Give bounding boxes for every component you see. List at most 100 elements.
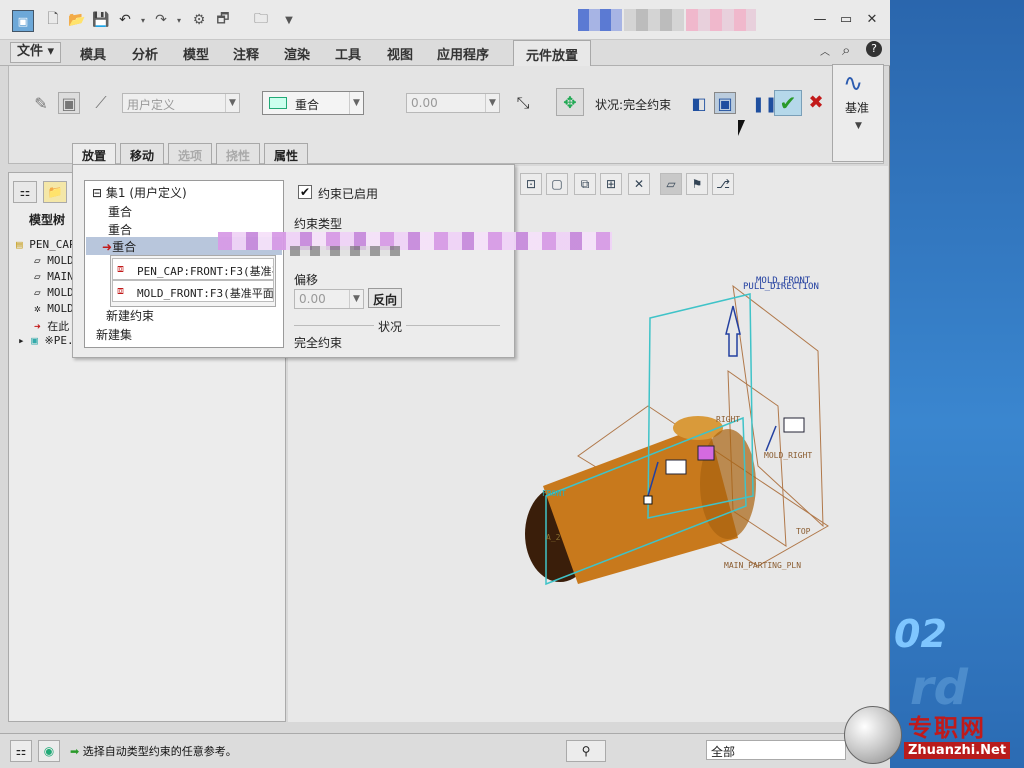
panel-status-value: 完全约束 <box>294 336 343 350</box>
windows-icon[interactable]: 🗗 <box>214 11 232 29</box>
constraint-enabled-checkbox[interactable]: ✔ <box>298 185 312 199</box>
tab-analysis[interactable]: 分析 <box>132 44 158 63</box>
flip-icon[interactable]: ⤡ <box>512 92 534 114</box>
close-icon[interactable]: ✕ <box>864 12 880 28</box>
tab-component-placement[interactable]: 元件放置 <box>513 40 592 67</box>
maximize-icon[interactable]: ▭ <box>838 12 854 28</box>
edit-component-icon[interactable]: ✎ <box>30 92 52 114</box>
placement-icon[interactable]: ✥ <box>556 88 584 116</box>
constraint-marker <box>665 459 687 475</box>
datum-display-icon[interactable]: ✕ <box>628 173 650 195</box>
folder-browser-tab-icon[interactable]: 📁 <box>43 181 67 203</box>
panel-offset-input[interactable]: 0.00 ▼ <box>294 289 364 309</box>
find-icon[interactable]: ⚲ <box>566 740 606 762</box>
tree-item[interactable]: ▤ PEN_CAP <box>16 238 76 251</box>
undo-icon[interactable]: ↶ <box>116 11 134 29</box>
pause-icon[interactable]: ❚❚ <box>752 95 777 113</box>
tab-options[interactable]: 选项 <box>168 143 213 165</box>
set-title: 集1 (用户定义) <box>105 186 187 200</box>
model-tree-toggle-icon[interactable]: ⚏ <box>10 740 32 762</box>
minimize-icon[interactable]: — <box>812 12 828 28</box>
creo-window: ▣ 🗋 📂 💾 ↶ ▾ ↷ ▾ ⚙ 🗗 🗀 ▼ — ▭ ✕ 文件 ▾ 模具 分析… <box>0 0 890 768</box>
offset-input[interactable]: 0.00 ▼ <box>406 93 500 113</box>
file-menu[interactable]: 文件 ▾ <box>10 42 62 63</box>
open-icon[interactable]: 📂 <box>68 11 86 29</box>
selection-filter[interactable]: 全部 <box>706 740 846 760</box>
saved-views-icon[interactable]: ⧉ <box>574 173 596 195</box>
tab-placement[interactable]: 放置 <box>72 143 117 165</box>
new-icon[interactable]: 🗋 <box>44 11 62 29</box>
insert-here-icon: ➜ <box>34 320 41 333</box>
status-bar: ⚏ ◉ ➡ 选择自动类型约束的任意参考。 ⚲ 全部 <box>0 733 890 768</box>
display-style-icon[interactable]: ▢ <box>546 173 568 195</box>
tab-mold[interactable]: 模具 <box>80 44 106 63</box>
tab-tools[interactable]: 工具 <box>335 44 361 63</box>
view-manager-icon[interactable]: ⊞ <box>600 173 622 195</box>
browser-toggle-icon[interactable]: ◉ <box>38 740 60 762</box>
separate-window-icon[interactable]: ◧ <box>688 92 710 114</box>
assembly-icon: ▤ <box>16 238 23 251</box>
tab-applications[interactable]: 应用程序 <box>437 44 489 63</box>
save-icon[interactable]: 💾 <box>92 11 110 29</box>
tab-annotate[interactable]: 注释 <box>233 44 259 63</box>
redo-dropdown-icon[interactable]: ▾ <box>170 11 188 29</box>
user-defined-select[interactable]: 用户定义 ▼ <box>122 93 240 113</box>
set-item[interactable]: ⊟ 集1 (用户定义) <box>92 184 187 201</box>
annotation-display-icon[interactable]: ⚑ <box>686 173 708 195</box>
close-window-icon[interactable]: 🗀 <box>252 11 270 29</box>
plane-display-icon[interactable]: ▱ <box>660 173 682 195</box>
mechanism-icon[interactable]: ⟋ <box>90 92 112 114</box>
desktop-text: 02 <box>894 612 947 656</box>
datum-button[interactable]: ∿ 基准 ▼ <box>832 64 884 162</box>
message-arrow-icon: ➡ <box>70 745 80 758</box>
collapse-ribbon-icon[interactable]: ︿ <box>820 43 830 58</box>
search-icon[interactable]: ⌕ <box>842 41 850 59</box>
component-interface-icon[interactable]: ▣ <box>58 92 80 114</box>
customize-dropdown-icon[interactable]: ▼ <box>280 11 298 29</box>
status-message-text: 选择自动类型约束的任意参考。 <box>82 745 237 758</box>
chevron-down-icon: ▼ <box>349 290 363 308</box>
constraint-item-label: 重合 <box>112 240 137 254</box>
tab-model[interactable]: 模型 <box>183 44 209 63</box>
assembly-window-icon[interactable]: ▣ <box>714 92 736 114</box>
reference-item[interactable]: ⧈ PEN_CAP:FRONT:F3(基准平面) <box>112 258 274 280</box>
reference-label: PEN_CAP:FRONT:F3(基准平面) <box>137 265 273 278</box>
model-tree-tab-icon[interactable]: ⚏ <box>13 181 37 203</box>
datum-icon: ∿ <box>843 69 864 97</box>
constraint-item[interactable]: 重合 <box>108 203 132 220</box>
status-message: ➡ 选择自动类型约束的任意参考。 <box>70 743 237 759</box>
label-main-parting-pln: MAIN_PARTING_PLN <box>724 561 801 570</box>
offset-label: 偏移 <box>294 273 319 287</box>
cancel-button[interactable]: ✖ <box>806 92 826 113</box>
new-set-link[interactable]: 新建集 <box>96 326 132 343</box>
constraint-item-selected[interactable]: ➜重合 <box>102 238 136 255</box>
selection-filter-value: 全部 <box>711 745 736 759</box>
regenerate-icon[interactable]: ⚙ <box>190 11 208 29</box>
quick-access-toolbar: ▣ 🗋 📂 💾 ↶ ▾ ↷ ▾ ⚙ 🗗 🗀 ▼ — ▭ ✕ <box>0 0 890 40</box>
tab-move[interactable]: 移动 <box>120 143 165 165</box>
app-icon[interactable]: ▣ <box>12 10 34 32</box>
constraint-item[interactable]: 重合 <box>108 221 132 238</box>
flip-button[interactable]: 反向 <box>368 288 403 308</box>
new-constraint-link[interactable]: 新建约束 <box>106 307 154 324</box>
current-arrow-icon: ➜ <box>102 240 113 254</box>
expand-icon: ▸ <box>18 334 25 347</box>
spin-center-icon[interactable]: ⎇ <box>712 173 734 195</box>
reference-item[interactable]: ⧈ MOLD_FRONT:F3(基准平面) <box>112 280 274 302</box>
constraint-type-select[interactable]: 重合 ▼ <box>262 91 364 115</box>
part-icon: ▣ <box>31 334 38 347</box>
tab-flexibility[interactable]: 挠性 <box>216 143 261 165</box>
zoom-icon[interactable]: ⊡ <box>520 173 542 195</box>
help-icon[interactable]: ? <box>866 41 882 57</box>
collapse-icon: ⊟ <box>92 186 103 200</box>
tree-item[interactable]: ➜ 在此 <box>34 318 69 334</box>
tab-render[interactable]: 渲染 <box>284 44 310 63</box>
tab-view[interactable]: 视图 <box>387 44 413 63</box>
ok-button[interactable]: ✔ <box>774 90 802 116</box>
datum-label: 基准 <box>845 101 870 115</box>
tab-properties[interactable]: 属性 <box>264 143 309 165</box>
reference-point <box>643 495 653 505</box>
undo-dropdown-icon[interactable]: ▾ <box>134 11 152 29</box>
reference-label: MOLD_FRONT:F3(基准平面) <box>137 287 274 300</box>
redo-icon[interactable]: ↷ <box>152 11 170 29</box>
